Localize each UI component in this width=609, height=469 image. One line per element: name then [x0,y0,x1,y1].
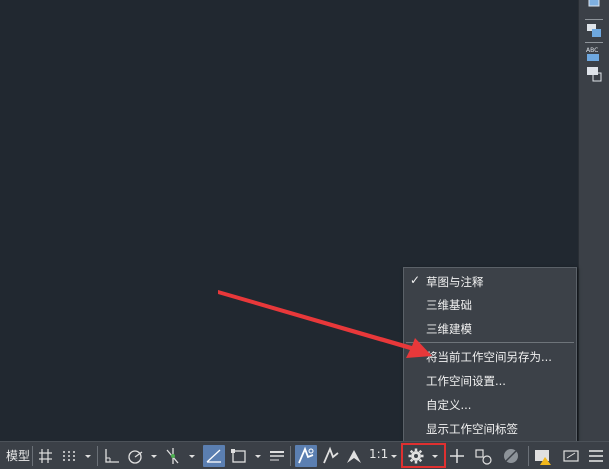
model-tab[interactable]: 模型 [6,447,30,464]
chevron-down-icon[interactable] [149,445,159,467]
status-bar: 模型 1:1 [0,441,609,469]
checkmark-icon: ✓ [410,273,421,287]
menu-item-label: 将当前工作空间另存为... [426,350,552,364]
status-separator [32,446,33,466]
toolbar-separator [585,19,603,20]
menu-item-3d-modeling[interactable]: 三维建模 [404,317,576,340]
polar-tracking-icon[interactable] [125,445,147,467]
plus-icon[interactable] [448,445,466,467]
toolbar-separator [585,42,603,43]
menu-item-workspace-settings[interactable]: 工作空间设置... [404,369,576,392]
menu-item-customize[interactable]: 自定义... [404,393,576,416]
hardware-acceleration-icon[interactable] [500,445,522,467]
layer-icon[interactable] [584,0,604,14]
table-icon[interactable] [584,65,604,83]
menu-item-label: 草图与注释 [426,275,484,289]
menu-item-label: 三维基础 [426,298,472,312]
grid-icon[interactable] [37,445,55,467]
svg-text:ABC: ABC [586,47,598,54]
menu-item-label: 三维建模 [426,322,472,336]
ortho-icon[interactable] [102,445,122,467]
menu-item-3d-basics[interactable]: 三维基础 [404,293,576,316]
chevron-down-icon[interactable] [389,445,399,467]
fullscreen-icon[interactable] [560,445,582,467]
menu-item-label: 工作空间设置... [426,374,506,388]
menu-icon[interactable] [586,445,606,467]
group-icon[interactable] [584,22,604,40]
workspace-menu: ✓ 草图与注释 三维基础 三维建模 将当前工作空间另存为... 工作空间设置..… [403,267,577,442]
status-separator [290,446,291,466]
right-toolbar: ABC [578,0,609,441]
annotation-scale-icon[interactable] [344,445,364,467]
menu-item-label: 显示工作空间标签 [426,422,518,436]
chevron-down-icon[interactable] [253,445,263,467]
object-snap-tracking-icon[interactable] [162,445,184,467]
isolate-objects-icon[interactable] [472,445,494,467]
workspace-switch-highlight [401,443,446,468]
auto-scale-icon[interactable] [320,445,342,467]
status-separator [97,446,98,466]
scale-value[interactable]: 1:1 [369,447,388,461]
clean-screen-warning-icon[interactable] [532,445,554,467]
menu-item-save-workspace-as[interactable]: 将当前工作空间另存为... [404,345,576,368]
menu-item-drafting-annotation[interactable]: ✓ 草图与注释 [404,270,576,293]
chevron-down-icon[interactable] [83,445,93,467]
dynamic-ucs-icon[interactable] [203,445,225,467]
text-style-icon[interactable]: ABC [584,45,604,63]
selection-cycling-icon[interactable] [228,445,250,467]
annotation-visibility-icon[interactable] [295,445,317,467]
snap-grid-icon[interactable] [60,445,78,467]
menu-item-label: 自定义... [426,398,472,412]
chevron-down-icon[interactable] [187,445,197,467]
menu-separator [406,342,574,343]
menu-item-show-workspace-label[interactable]: 显示工作空间标签 [404,417,576,440]
lineweight-icon[interactable] [267,445,287,467]
status-separator [528,446,529,466]
